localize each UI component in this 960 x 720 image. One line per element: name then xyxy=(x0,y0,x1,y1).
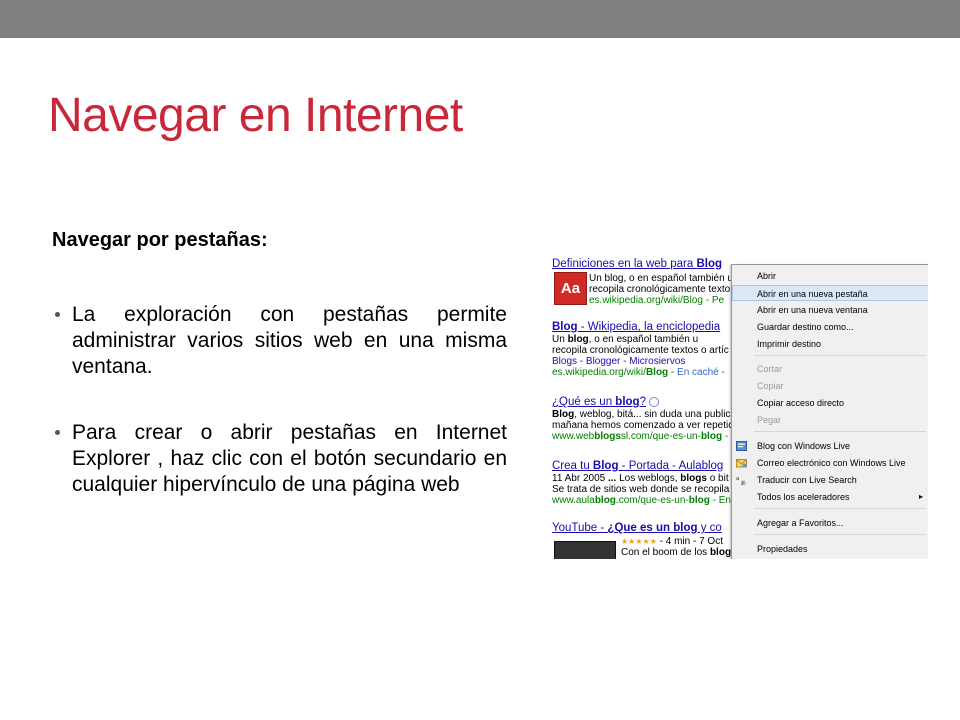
context-menu: Abrir Abrir en una nueva pestaña Abrir e… xyxy=(731,264,928,559)
search-result: YouTube - ¿Que es un blog y co xyxy=(552,522,722,535)
result-url: www.aulablog.com/que-es-un-blog - En xyxy=(552,495,731,506)
menu-item-cortar: Cortar xyxy=(757,364,783,374)
menu-item-abrir-nueva-pestana[interactable]: Abrir en una nueva pestaña xyxy=(732,285,928,301)
result-url: www.webblogssl.com/que-es-un-blog - E xyxy=(552,431,731,442)
menu-item-traducir-live-search[interactable]: aあ Traducir con Live Search xyxy=(732,472,928,488)
menu-item-propiedades[interactable]: Propiedades xyxy=(732,541,928,557)
menu-item-todos-aceleradores[interactable]: Todos los aceleradores ▸ xyxy=(732,489,928,505)
bullet-item: Para crear o abrir pestañas en Internet … xyxy=(52,420,507,498)
bullet-text: La exploración con pestañas permite admi… xyxy=(72,303,507,378)
menu-item-abrir[interactable]: Abrir xyxy=(732,268,928,284)
menu-item-copiar: Copiar xyxy=(757,381,784,391)
search-results: Definiciones en la web para Blog Aa Un b… xyxy=(551,257,731,559)
menu-separator xyxy=(754,508,926,509)
menu-item-correo-windows-live[interactable]: Correo electrónico con Windows Live xyxy=(732,455,928,471)
search-result: Crea tu Blog - Portada - Aulablog 11 Abr… xyxy=(552,460,731,506)
bullet-dot-icon xyxy=(55,312,60,317)
svg-text:あ: あ xyxy=(741,480,747,485)
dictionary-logo-icon: Aa xyxy=(554,272,587,305)
menu-item-blog-windows-live[interactable]: Blog con Windows Live xyxy=(732,438,928,454)
top-bar xyxy=(0,0,960,38)
menu-item-pegar: Pegar xyxy=(757,415,782,425)
menu-item-abrir-nueva-ventana[interactable]: Abrir en una nueva ventana xyxy=(732,302,928,318)
menu-separator xyxy=(754,431,926,432)
search-result: Blog - Wikipedia, la enciclopedia Un blo… xyxy=(552,321,729,378)
video-thumbnail[interactable] xyxy=(554,541,616,559)
blog-icon xyxy=(736,441,747,451)
bullet-list: La exploración con pestañas permite admi… xyxy=(52,302,507,538)
search-result: ¿Qué es un blog? Blog, weblog, bitá... s… xyxy=(552,396,731,442)
result-title-link[interactable]: Blog - Wikipedia, la enciclopedia xyxy=(552,321,729,334)
result-title-link[interactable]: YouTube - ¿Que es un blog y co xyxy=(552,522,722,535)
result-snippet: Un blog, o en español también u recopila… xyxy=(589,273,731,306)
menu-item-guardar-destino[interactable]: Guardar destino como... xyxy=(732,319,928,335)
bullet-dot-icon xyxy=(55,430,60,435)
cache-link[interactable]: En caché xyxy=(677,367,719,378)
result-snippet: ★★★★★ - 4 min - 7 Oct Con el boom de los… xyxy=(621,536,731,558)
magnifier-icon[interactable] xyxy=(648,396,659,407)
mail-icon xyxy=(736,459,747,468)
bullet-item: La exploración con pestañas permite admi… xyxy=(52,302,507,380)
result-sitelinks[interactable]: Blogs - Blogger - Microsiervos xyxy=(552,356,729,367)
menu-item-agregar-favoritos[interactable]: Agregar a Favoritos... xyxy=(732,515,928,531)
result-title-link[interactable]: ¿Qué es un blog? xyxy=(552,396,731,409)
submenu-arrow-icon: ▸ xyxy=(918,492,923,501)
rating-stars-icon: ★★★★★ xyxy=(621,537,657,546)
svg-text:a: a xyxy=(736,476,739,482)
result-url: es.wikipedia.org/wiki/Blog - Pe xyxy=(589,295,725,306)
slide-title: Navegar en Internet xyxy=(48,89,463,142)
result-title-link[interactable]: Crea tu Blog - Portada - Aulablog xyxy=(552,460,731,473)
result-url: es.wikipedia.org/wiki/Blog - En caché - xyxy=(552,367,725,378)
menu-item-imprimir-destino[interactable]: Imprimir destino xyxy=(732,336,928,352)
menu-separator xyxy=(754,534,926,535)
translate-icon: aあ xyxy=(736,476,747,485)
slide-subtitle: Navegar por pestañas: xyxy=(52,229,268,251)
result-title-link[interactable]: Definiciones en la web para Blog xyxy=(552,258,722,271)
menu-item-copiar-acceso-directo[interactable]: Copiar acceso directo xyxy=(732,395,928,411)
browser-screenshot: Definiciones en la web para Blog Aa Un b… xyxy=(551,257,928,559)
bullet-text: Para crear o abrir pestañas en Internet … xyxy=(72,421,507,496)
menu-separator xyxy=(754,355,926,356)
search-result: Definiciones en la web para Blog xyxy=(552,258,722,271)
